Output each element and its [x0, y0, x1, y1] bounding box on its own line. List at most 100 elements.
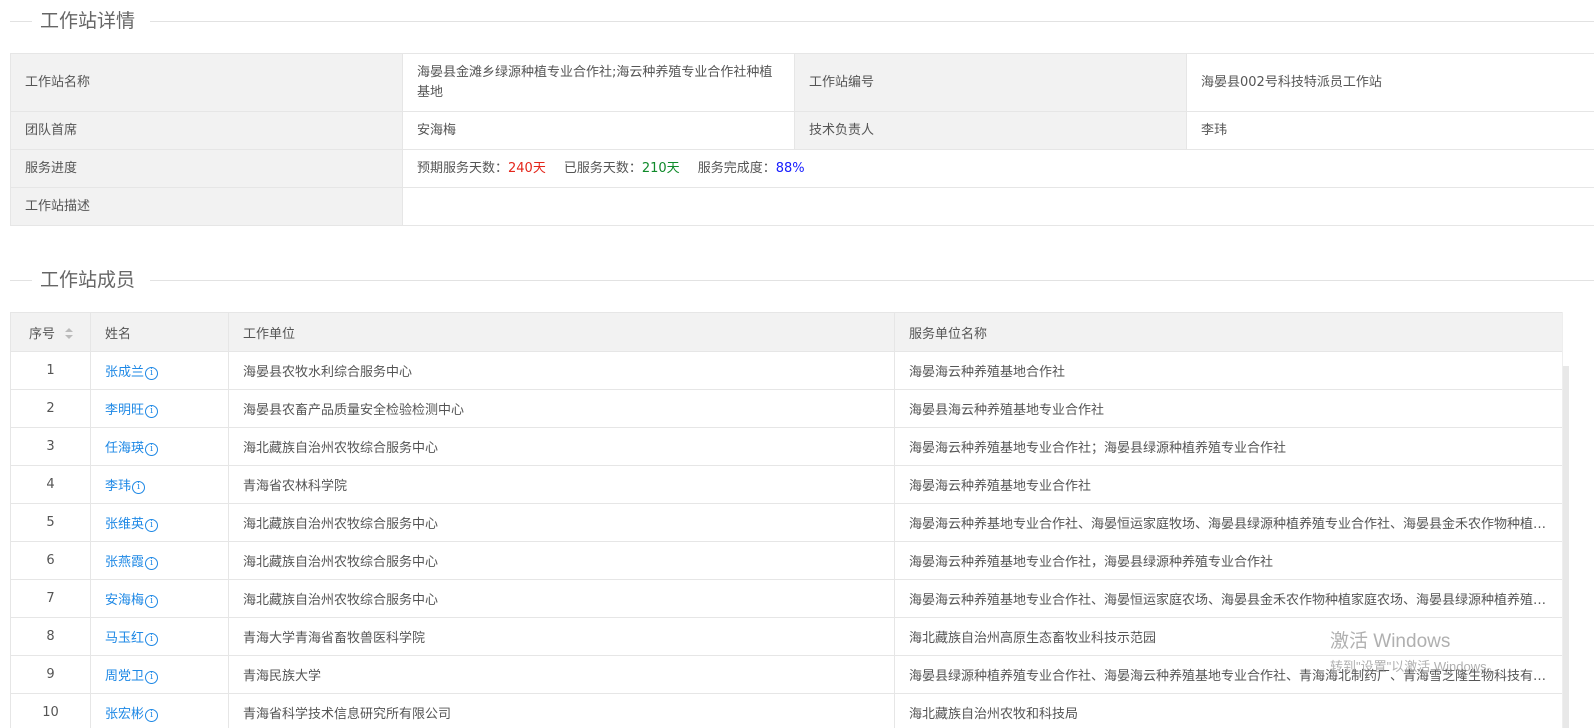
row-name-cell: 周党卫 i	[90, 655, 229, 694]
info-circle-icon[interactable]: i	[145, 671, 159, 684]
info-circle-icon[interactable]: i	[145, 557, 159, 570]
row-name-cell: 张燕霞 i	[90, 541, 229, 580]
title-divider-left	[10, 21, 32, 22]
row-seq: 4	[10, 465, 91, 504]
member-name-link[interactable]: 张宏彬	[105, 707, 144, 722]
description-label: 工作站描述	[10, 187, 403, 226]
member-name-link[interactable]: 任海瑛	[105, 441, 144, 456]
detail-row-description: 工作站描述	[10, 187, 1594, 226]
expected-days-label: 预期服务天数：	[417, 160, 509, 176]
title-divider-right	[150, 280, 1594, 281]
row-seq: 5	[10, 503, 91, 542]
row-service: 海晏海云种养殖基地专业合作社；海晏县绿源种植养殖专业合作社	[894, 427, 1563, 466]
detail-row-lead: 团队首席 安海梅 技术负责人 李玮	[10, 111, 1594, 150]
table-row: 6 张燕霞 i 海北藏族自治州农牧综合服务中心 海晏海云种养殖基地专业合作社，海晏县绿源…	[10, 541, 1563, 580]
page: 工作站详情 工作站名称 海晏县金滩乡绿源种植专业合作社;海云种养殖专业合作社种植…	[0, 0, 1594, 728]
member-name-link[interactable]: 李玮	[105, 479, 131, 494]
info-circle-icon[interactable]: i	[145, 367, 159, 380]
progress-label: 服务进度	[10, 149, 403, 188]
members-section-title: 工作站成员	[40, 269, 136, 291]
title-divider-left	[10, 280, 32, 281]
row-seq: 7	[10, 579, 91, 618]
row-unit: 青海省农林科学院	[228, 465, 895, 504]
row-unit: 海晏县农牧水利综合服务中心	[228, 351, 895, 390]
member-name-link[interactable]: 周党卫	[105, 669, 144, 684]
description-value	[402, 187, 1594, 226]
row-seq: 2	[10, 389, 91, 428]
row-name-cell: 马玉红 i	[90, 617, 229, 656]
row-service: 海晏县绿源种植养殖专业合作社、海晏海云种养殖基地专业合作社、青海海北制药厂、青海…	[894, 655, 1563, 694]
team-lead-label: 团队首席	[10, 111, 403, 150]
row-unit: 海北藏族自治州农牧综合服务中心	[228, 579, 895, 618]
row-service: 海北藏族自治州农牧和科技局	[894, 693, 1563, 728]
member-name-link[interactable]: 张成兰	[105, 365, 144, 380]
members-header-row: 序号 姓名 工作单位 服务单位名称	[10, 312, 1563, 352]
table-row: 1 张成兰 i 海晏县农牧水利综合服务中心 海晏海云种养殖基地合作社	[10, 351, 1563, 390]
expected-days-value: 240天	[508, 160, 546, 176]
info-circle-icon[interactable]: i	[132, 481, 146, 494]
members-table-body: 1 张成兰 i 海晏县农牧水利综合服务中心 海晏海云种养殖基地合作社 2 李明旺 i 海晏县农畜…	[10, 351, 1563, 728]
info-circle-icon[interactable]: i	[145, 709, 159, 722]
table-row: 7 安海梅 i 海北藏族自治州农牧综合服务中心 海晏海云种养殖基地专业合作社、海晏恒运家…	[10, 579, 1563, 618]
table-row: 3 任海瑛 i 海北藏族自治州农牧综合服务中心 海晏海云种养殖基地专业合作社；海晏县绿源…	[10, 427, 1563, 466]
row-name-cell: 李明旺 i	[90, 389, 229, 428]
row-unit: 青海大学青海省畜牧兽医科学院	[228, 617, 895, 656]
column-header-name: 姓名	[90, 312, 229, 352]
table-row: 5 张维英 i 海北藏族自治州农牧综合服务中心 海晏海云种养基地专业合作社、海晏恒运家庭…	[10, 503, 1563, 542]
table-row: 4 李玮 i 青海省农林科学院 海晏海云种养殖基地专业合作社	[10, 465, 1563, 504]
row-unit: 青海省科学技术信息研究所有限公司	[228, 693, 895, 728]
members-section-header: 工作站成员	[0, 268, 1594, 292]
table-row: 2 李明旺 i 海晏县农畜产品质量安全检验检测中心 海晏县海云种养殖基地专业合作社	[10, 389, 1563, 428]
row-name-cell: 张宏彬 i	[90, 693, 229, 728]
row-service: 海北藏族自治州高原生态畜牧业科技示范园	[894, 617, 1563, 656]
member-name-link[interactable]: 李明旺	[105, 403, 144, 418]
sort-caret-icon[interactable]	[65, 328, 74, 340]
info-circle-icon[interactable]: i	[145, 519, 159, 532]
info-circle-icon[interactable]: i	[145, 595, 159, 608]
row-service: 海晏海云种养殖基地合作社	[894, 351, 1563, 390]
member-name-link[interactable]: 马玉红	[105, 631, 144, 646]
table-row: 9 周党卫 i 青海民族大学 海晏县绿源种植养殖专业合作社、海晏海云种养殖基地专业合作社…	[10, 655, 1563, 694]
detail-row-progress: 服务进度 预期服务天数：240天 已服务天数：210天 服务完成度：88%	[10, 149, 1594, 188]
station-code-value: 海晏县002号科技特派员工作站	[1186, 53, 1594, 112]
row-name-cell: 任海瑛 i	[90, 427, 229, 466]
row-unit: 海晏县农畜产品质量安全检验检测中心	[228, 389, 895, 428]
row-service: 海晏县海云种养殖基地专业合作社	[894, 389, 1563, 428]
column-header-service: 服务单位名称	[894, 312, 1563, 352]
row-unit: 海北藏族自治州农牧综合服务中心	[228, 503, 895, 542]
row-name-cell: 李玮 i	[90, 465, 229, 504]
row-seq: 1	[10, 351, 91, 390]
detail-section-header: 工作站详情	[0, 9, 1594, 33]
completion-value: 88%	[775, 160, 805, 176]
station-name-label: 工作站名称	[10, 53, 403, 112]
served-days-label: 已服务天数：	[563, 160, 642, 176]
info-circle-icon[interactable]: i	[145, 443, 159, 456]
row-service: 海晏海云种养基地专业合作社、海晏恒运家庭牧场、海晏县绿源种植养殖专业合作社、海晏…	[894, 503, 1563, 542]
completion-label: 服务完成度：	[697, 160, 776, 176]
table-scrollbar-thumb[interactable]	[1563, 366, 1569, 728]
members-table: 序号 姓名 工作单位 服务单位名称 1 张成兰 i 海晏县农牧水利综合服务中心 海晏海云…	[10, 312, 1563, 728]
member-name-link[interactable]: 张维英	[105, 517, 144, 532]
station-detail-table: 工作站名称 海晏县金滩乡绿源种植专业合作社;海云种养殖专业合作社种植基地 工作站…	[10, 53, 1594, 226]
member-name-link[interactable]: 安海梅	[105, 593, 144, 608]
info-circle-icon[interactable]: i	[145, 633, 159, 646]
row-unit: 青海民族大学	[228, 655, 895, 694]
column-header-unit: 工作单位	[228, 312, 895, 352]
detail-row-name: 工作站名称 海晏县金滩乡绿源种植专业合作社;海云种养殖专业合作社种植基地 工作站…	[10, 53, 1594, 112]
info-circle-icon[interactable]: i	[145, 405, 159, 418]
row-seq: 6	[10, 541, 91, 580]
row-name-cell: 张成兰 i	[90, 351, 229, 390]
team-lead-value: 安海梅	[402, 111, 795, 150]
progress-value: 预期服务天数：240天 已服务天数：210天 服务完成度：88%	[402, 149, 1594, 188]
tech-lead-label: 技术负责人	[794, 111, 1187, 150]
row-seq: 10	[10, 693, 91, 728]
title-divider-right	[150, 21, 1594, 22]
column-header-seq[interactable]: 序号	[10, 312, 91, 352]
row-service: 海晏海云种养殖基地专业合作社	[894, 465, 1563, 504]
row-service: 海晏海云种养殖基地专业合作社、海晏恒运家庭农场、海晏县金禾农作物种植家庭农场、海…	[894, 579, 1563, 618]
table-row: 8 马玉红 i 青海大学青海省畜牧兽医科学院 海北藏族自治州高原生态畜牧业科技示范园	[10, 617, 1563, 656]
row-unit: 海北藏族自治州农牧综合服务中心	[228, 541, 895, 580]
tech-lead-value: 李玮	[1186, 111, 1594, 150]
member-name-link[interactable]: 张燕霞	[105, 555, 144, 570]
served-days-value: 210天	[641, 160, 680, 176]
